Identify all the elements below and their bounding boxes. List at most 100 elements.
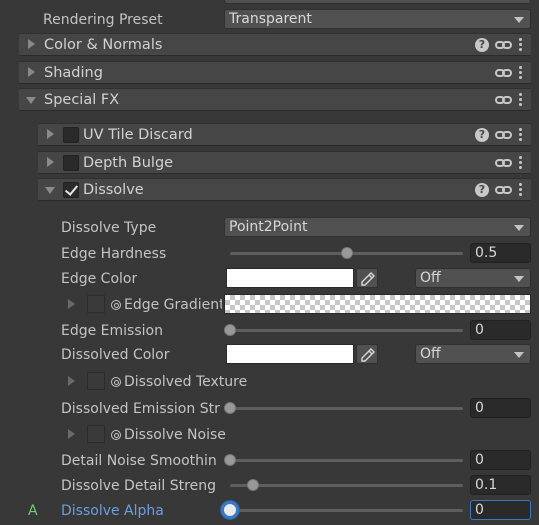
link-icon[interactable] (495, 38, 513, 52)
dissolved-emission-strength-row: Dissolved Emission Str 0 (0, 398, 539, 420)
section-title: Special FX (44, 92, 120, 108)
edge-color-swatch[interactable] (226, 268, 354, 288)
dissolve-checkbox[interactable] (63, 182, 79, 198)
dissolve-type-row: Dissolve Type Point2Point (0, 217, 539, 239)
foldout-arrow-icon (47, 129, 54, 139)
dissolve-alpha-row: A Dissolve Alpha 0 (0, 500, 539, 522)
edge-emission-slider-thumb[interactable] (224, 324, 236, 336)
edge-hardness-input[interactable]: 0.5 (470, 243, 531, 263)
dissolved-color-label: Dissolved Color (61, 347, 170, 363)
dissolve-alpha-label: Dissolve Alpha (61, 503, 164, 519)
previous-field-strip (224, 0, 531, 4)
foldout-arrow-icon (28, 67, 35, 77)
dissolved-texture-slot[interactable] (87, 372, 105, 390)
detail-noise-smoothing-label: Detail Noise Smoothin (61, 453, 217, 469)
edge-hardness-slider-thumb[interactable] (340, 247, 353, 259)
chevron-down-icon (514, 352, 524, 358)
eyedropper-button[interactable] (356, 344, 378, 364)
dissolve-detail-strength-slider-thumb[interactable] (247, 479, 260, 491)
section-title: Shading (44, 65, 103, 81)
depth-bulge-checkbox[interactable] (63, 155, 79, 171)
dissolve-detail-strength-input[interactable]: 0.1 (470, 475, 531, 495)
dissolved-color-mode-dropdown[interactable]: Off (415, 344, 531, 364)
detail-noise-smoothing-slider-track[interactable] (230, 459, 463, 462)
foldout-arrow-icon (45, 187, 55, 194)
edge-emission-label: Edge Emission (61, 323, 163, 339)
section-title: Depth Bulge (83, 155, 174, 171)
subsection-dissolve[interactable]: Dissolve ? (38, 178, 531, 201)
dissolve-alpha-slider-thumb[interactable] (221, 501, 239, 519)
detail-noise-smoothing-input[interactable]: 0 (470, 450, 531, 470)
rendering-preset-dropdown[interactable]: Transparent (224, 9, 531, 29)
dissolve-noise-row: Dissolve Noise (0, 424, 539, 446)
kebab-menu-icon[interactable] (519, 128, 523, 142)
dissolve-noise-label: Dissolve Noise (124, 427, 226, 443)
dissolve-type-label: Dissolve Type (61, 220, 157, 236)
kebab-menu-icon[interactable] (519, 156, 523, 170)
edge-gradient-row: Edge Gradient (0, 294, 539, 316)
subsection-depth-bulge[interactable]: Depth Bulge (38, 151, 531, 174)
dissolved-emission-strength-slider-thumb[interactable] (224, 402, 236, 414)
dissolve-noise-texture-slot[interactable] (87, 425, 105, 443)
chevron-down-icon (514, 276, 524, 282)
edge-gradient-label: Edge Gradient (124, 297, 222, 313)
link-icon[interactable] (495, 156, 513, 170)
kebab-menu-icon[interactable] (519, 38, 523, 52)
chevron-down-icon (514, 17, 524, 23)
section-special-fx[interactable]: Special FX (19, 88, 531, 111)
help-icon[interactable]: ? (475, 183, 489, 197)
link-icon[interactable] (495, 93, 513, 107)
help-icon[interactable]: ? (475, 128, 489, 142)
link-icon[interactable] (495, 128, 513, 142)
kebab-menu-icon[interactable] (519, 66, 523, 80)
expand-arrow-icon[interactable] (68, 299, 75, 309)
section-title: UV Tile Discard (83, 127, 193, 143)
edge-hardness-row: Edge Hardness 0.5 (0, 243, 539, 265)
dissolved-color-swatch[interactable] (226, 344, 354, 364)
subsection-uv-tile-discard[interactable]: UV Tile Discard ? (38, 123, 531, 146)
rendering-preset-label: Rendering Preset (43, 12, 163, 28)
section-title: Dissolve (83, 182, 144, 198)
texture-icon (111, 300, 121, 310)
edge-gradient-texture-slot[interactable] (87, 295, 105, 313)
link-icon[interactable] (495, 66, 513, 80)
dissolve-alpha-input[interactable]: 0 (470, 500, 531, 520)
dissolve-type-value: Point2Point (229, 219, 308, 235)
foldout-arrow-icon (28, 39, 35, 49)
kebab-menu-icon[interactable] (519, 93, 523, 107)
link-icon[interactable] (495, 183, 513, 197)
rendering-preset-value: Transparent (229, 11, 312, 27)
rendering-preset-row: Rendering Preset Transparent (0, 9, 539, 31)
kebab-menu-icon[interactable] (519, 183, 523, 197)
section-title: Color & Normals (44, 37, 163, 53)
dissolve-type-dropdown[interactable]: Point2Point (224, 217, 531, 237)
dissolve-detail-strength-slider-track[interactable] (230, 484, 463, 487)
edge-gradient-preview[interactable] (224, 294, 531, 314)
edge-hardness-label: Edge Hardness (61, 246, 167, 262)
section-color-normals[interactable]: Color & Normals ? (19, 33, 531, 56)
expand-arrow-icon[interactable] (68, 376, 75, 386)
expand-arrow-icon[interactable] (68, 429, 75, 439)
detail-noise-smoothing-row: Detail Noise Smoothin 0 (0, 450, 539, 472)
detail-noise-smoothing-slider-thumb[interactable] (224, 454, 236, 466)
edge-color-row: Edge Color Off (0, 268, 539, 290)
edge-emission-input[interactable]: 0 (470, 320, 531, 340)
chevron-down-icon (514, 225, 524, 231)
eyedropper-icon (361, 272, 375, 286)
dissolved-emission-strength-input[interactable]: 0 (470, 398, 531, 418)
uv-tile-discard-checkbox[interactable] (63, 127, 79, 143)
eyedropper-button[interactable] (356, 268, 378, 288)
texture-icon (111, 377, 121, 387)
dissolve-detail-strength-label: Dissolve Detail Streng (61, 478, 216, 494)
dissolved-texture-row: Dissolved Texture (0, 371, 539, 393)
edge-emission-slider-track[interactable] (230, 329, 463, 332)
section-shading[interactable]: Shading (19, 61, 531, 84)
help-icon[interactable]: ? (475, 38, 489, 52)
dissolved-color-row: Dissolved Color Off (0, 344, 539, 366)
texture-icon (111, 430, 121, 440)
edge-color-mode-dropdown[interactable]: Off (415, 268, 531, 288)
dissolved-emission-strength-slider-track[interactable] (230, 407, 463, 410)
dissolve-detail-strength-row: Dissolve Detail Streng 0.1 (0, 475, 539, 497)
dissolve-alpha-slider-track[interactable] (230, 509, 463, 512)
edge-emission-row: Edge Emission 0 (0, 320, 539, 342)
